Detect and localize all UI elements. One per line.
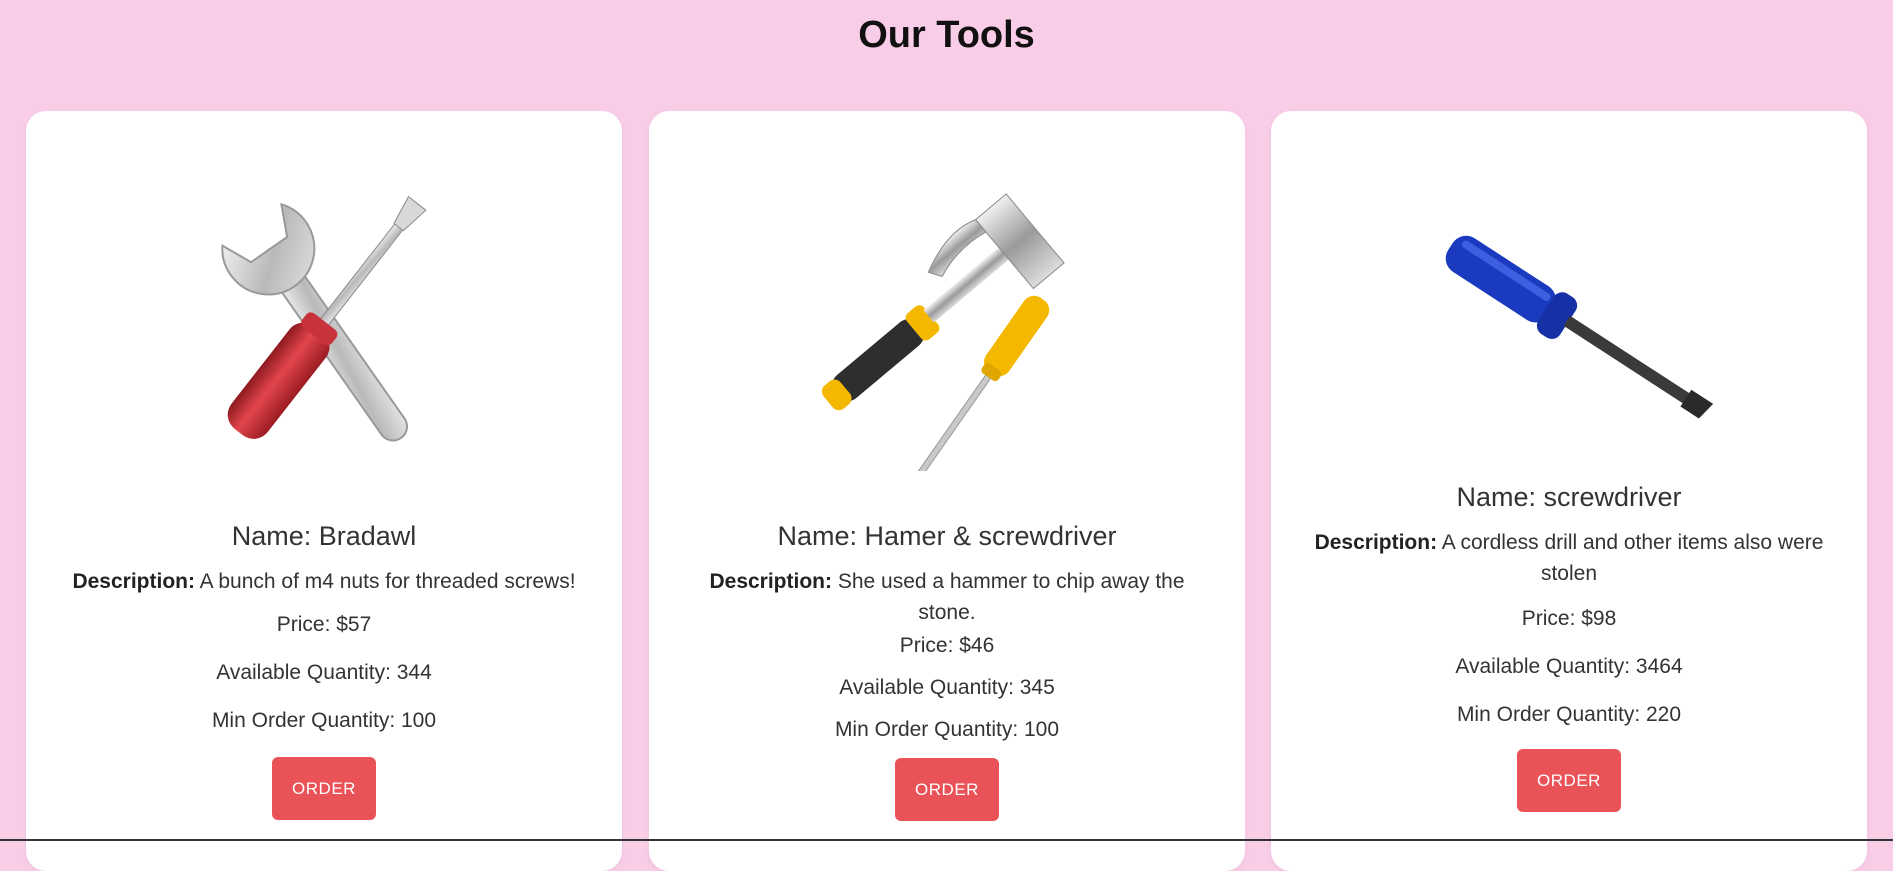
product-name: Name: screwdriver <box>1456 482 1682 512</box>
product-price: Price: $98 <box>1521 607 1617 630</box>
hammer-and-screwdriver-icon <box>821 193 1065 471</box>
product-description: Description: A bunch of m4 nuts for thre… <box>66 566 582 597</box>
product-name: Name: Hamer & screwdriver <box>777 521 1117 551</box>
min-order-quantity: Min Order Quantity: 100 <box>211 709 437 732</box>
description-text: She used a hammer to chip away the stone… <box>837 570 1185 624</box>
page-title: Our Tools <box>858 14 1035 56</box>
min-order-quantity: Min Order Quantity: 220 <box>1456 703 1682 726</box>
description-label: Description: <box>709 570 832 593</box>
product-name: Name: Bradawl <box>231 521 417 551</box>
screwdriver-icon <box>1445 235 1714 419</box>
product-description: Description: A cordless drill and other … <box>1311 527 1827 589</box>
order-button[interactable]: ORDER <box>1517 749 1621 812</box>
description-label: Description: <box>1314 531 1438 554</box>
product-description: Description: She used a hammer to chip a… <box>689 566 1205 628</box>
description-text: A bunch of m4 nuts for threaded screws! <box>199 570 576 593</box>
order-button[interactable]: ORDER <box>895 758 999 821</box>
product-card-screwdriver: Name: screwdriver Description: A cordles… <box>1271 111 1867 871</box>
available-quantity: Available Quantity: 345 <box>839 676 1055 699</box>
description-label: Description: <box>72 570 195 593</box>
min-order-quantity: Min Order Quantity: 100 <box>834 718 1060 741</box>
wrench-and-screwdriver-icon <box>221 195 427 442</box>
product-card-bradawl: Name: Bradawl Description: A bunch of m4… <box>26 111 622 871</box>
description-text: A cordless drill and other items also we… <box>1441 531 1824 585</box>
available-quantity: Available Quantity: 344 <box>216 661 432 684</box>
product-price: Price: $46 <box>899 634 995 657</box>
order-button[interactable]: ORDER <box>272 757 376 820</box>
available-quantity: Available Quantity: 3464 <box>1455 655 1683 678</box>
product-price: Price: $57 <box>276 613 372 636</box>
product-card-hamer-screwdriver: Name: Hamer & screwdriver Description: S… <box>649 111 1245 871</box>
